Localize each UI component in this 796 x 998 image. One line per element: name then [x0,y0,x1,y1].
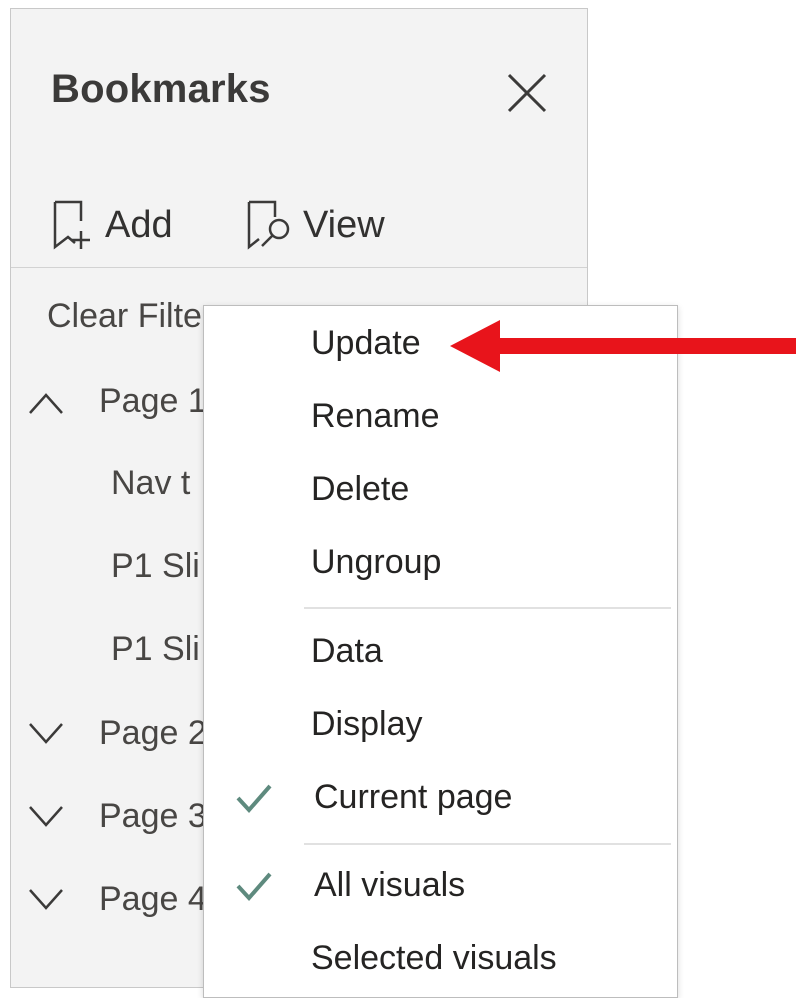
pane-title: Bookmarks [51,67,271,111]
close-button[interactable] [505,71,549,115]
menu-item-label: Update [311,324,421,362]
group-label: Page 4 [99,880,207,918]
checkmark-icon [236,872,272,901]
menu-item-display[interactable]: Display [204,691,677,761]
menu-item-label: Delete [311,470,410,508]
view-bookmark-button[interactable]: View [245,197,385,253]
group-label: Page 2 [99,714,207,752]
chevron-up-icon [29,393,63,414]
menu-item-selected-visuals[interactable]: Selected visuals [204,925,677,995]
chevron-down-icon [29,889,63,910]
close-icon [507,73,547,113]
group-label: Page 3 [99,797,207,835]
clear-filter-link[interactable]: Clear Filte [47,297,202,336]
add-bookmark-button[interactable]: Add [51,197,173,253]
bookmark-label: P1 Sli [111,630,200,668]
bookmark-view-icon [247,200,290,250]
menu-separator [304,843,671,845]
menu-item-label: Display [311,705,423,743]
chevron-down-icon [29,723,63,744]
menu-item-delete[interactable]: Delete [204,456,677,526]
bookmark-label: P1 Sli [111,547,200,585]
bookmark-label: Nav t [111,464,191,502]
toolbar-divider [11,267,587,268]
menu-item-label: Current page [314,778,513,816]
menu-item-label: Rename [311,397,440,435]
menu-item-ungroup[interactable]: Ungroup [204,529,677,599]
annotation-arrow-icon [450,320,796,372]
checkmark-icon [236,784,272,813]
menu-item-label: Ungroup [311,543,442,581]
chevron-down-icon [29,806,63,827]
menu-item-label: Data [311,632,383,670]
menu-separator [304,607,671,609]
menu-item-data[interactable]: Data [204,618,677,688]
add-label: Add [105,203,173,246]
bookmark-add-icon [53,200,90,250]
menu-item-rename[interactable]: Rename [204,383,677,453]
menu-item-current-page[interactable]: Current page [204,764,677,834]
group-label: Page 1 [99,382,207,420]
view-label: View [303,203,385,246]
bookmark-context-menu: Update Rename Delete Ungroup Data Displa… [203,305,678,998]
menu-item-label: All visuals [314,866,466,904]
menu-item-label: Selected visuals [311,939,557,977]
menu-item-all-visuals[interactable]: All visuals [204,852,677,922]
